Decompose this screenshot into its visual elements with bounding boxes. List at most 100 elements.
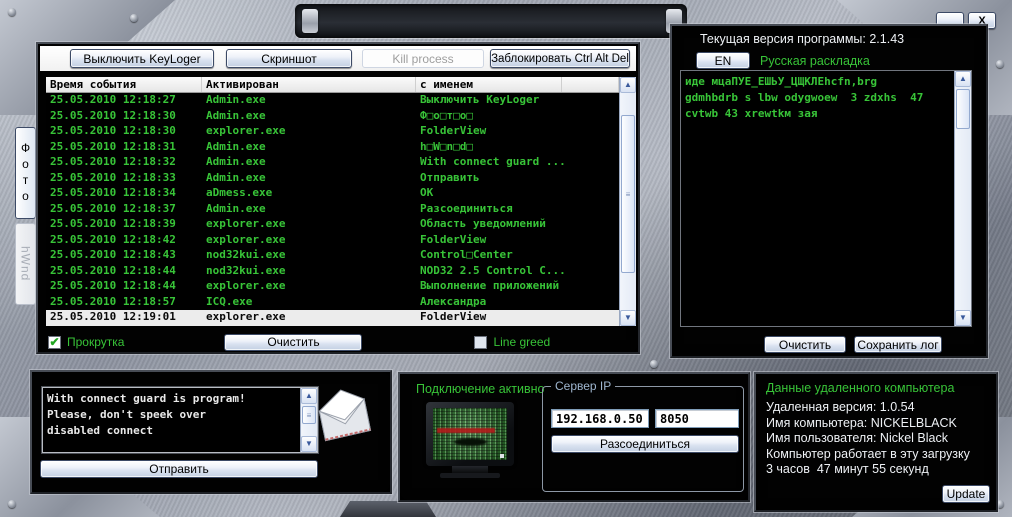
row-name: Control□Center (420, 248, 513, 261)
save-log-label: Сохранить лог (857, 337, 939, 352)
row-time: 25.05.2010 12:18:32 (50, 155, 176, 168)
row-time: 25.05.2010 12:18:30 (50, 108, 176, 122)
keylogger-off-label: Выключить KeyLoger (83, 51, 201, 66)
photo-button[interactable]: Фото (15, 127, 36, 219)
table-row[interactable]: 25.05.2010 12:18:32 Admin.exe With conne… (46, 155, 619, 171)
log-table-scrollbar[interactable]: ▲ ≡ ▼ (619, 77, 636, 326)
table-row[interactable]: 25.05.2010 12:18:39 explorer.exe Область… (46, 217, 619, 233)
keylog-scroll-thumb[interactable] (956, 89, 970, 129)
keylogger-off-button[interactable]: Выключить KeyLoger (70, 49, 214, 68)
disconnect-label: Разсоединиться (599, 437, 690, 451)
scroll-down-icon[interactable]: ▼ (955, 310, 971, 326)
server-ip-group-label: Сервер IP (551, 379, 616, 393)
hwnd-button[interactable]: hWnd (15, 223, 36, 305)
envelope-icon (318, 389, 372, 442)
row-time: 25.05.2010 12:18:33 (50, 170, 176, 184)
row-process: explorer.exe (206, 124, 286, 137)
server-ip-group: Сервер IP Разсоединиться (542, 379, 744, 492)
table-row[interactable]: 25.05.2010 12:18:44 nod32kui.exe NOD32 2… (46, 264, 619, 280)
rivet (650, 360, 658, 368)
row-time: 25.05.2010 12:18:27 (50, 93, 176, 106)
keylog-text: иде мцаПУЕ_ЕШЬУ_ЦЩКЛЕhcfn,brg gdmhbdrb s… (685, 75, 924, 120)
layout-toggle-button[interactable]: EN (696, 52, 750, 69)
table-row[interactable]: 25.05.2010 12:18:30 Admin.exe Ф□о□т□о□ (46, 109, 619, 125)
remote-info-line: Имя компьютера: NICKELBLACK (766, 415, 957, 430)
version-label: Текущая версия программы: 2.1.43 (700, 32, 905, 46)
check-icon: ✔ (49, 334, 60, 349)
line-greed-checkbox[interactable]: ✔ (474, 335, 488, 349)
row-process: Admin.exe (206, 170, 266, 184)
send-message-button[interactable]: Отправить (40, 460, 318, 478)
log-table-header: Время события Активирован с именем (46, 77, 619, 93)
scroll-up-icon[interactable]: ▲ (620, 77, 636, 93)
layout-toggle-label: EN (714, 53, 732, 68)
row-name: Отправить (420, 170, 480, 184)
table-row[interactable]: 25.05.2010 12:18:31 Admin.exe h□W□n□d□ (46, 140, 619, 156)
row-time: 25.05.2010 12:18:42 (50, 232, 176, 246)
keylog-scrollbar[interactable]: ▲ ▼ (954, 71, 971, 326)
rivet (8, 500, 16, 508)
row-process: Admin.exe (206, 201, 266, 215)
row-name: Выключить KeyLoger (420, 93, 540, 106)
log-scroll-thumb[interactable]: ≡ (621, 115, 635, 273)
table-row[interactable]: 25.05.2010 12:19:01 explorer.exe FolderV… (46, 310, 619, 326)
keylog-scroll-track[interactable] (955, 87, 971, 310)
monitor-base (440, 473, 500, 478)
remote-info-panel: Данные удаленного компьютера Удаленная в… (754, 372, 998, 512)
autoscroll-checkbox[interactable]: ✔ (48, 334, 61, 349)
hwnd-button-label: hWnd (18, 246, 33, 282)
log-col-time[interactable]: Время события (46, 77, 202, 92)
scroll-down-icon[interactable]: ▼ (301, 436, 317, 452)
update-button[interactable]: Update (942, 485, 990, 503)
table-row[interactable]: 25.05.2010 12:18:43 nod32kui.exe Control… (46, 248, 619, 264)
table-row[interactable]: 25.05.2010 12:18:37 Admin.exe Разсоедини… (46, 202, 619, 218)
row-name: OK (420, 186, 434, 199)
log-table-body[interactable]: 25.05.2010 12:18:27 Admin.exe Выключить … (46, 93, 619, 326)
remote-info-lines: Удаленная версия: 1.0.54 Имя компьютера: … (766, 400, 970, 478)
log-table: Время события Активирован с именем 25.05… (46, 77, 619, 326)
row-process: explorer.exe (206, 232, 286, 246)
screenshot-button[interactable]: Скриншот (226, 49, 352, 68)
table-row[interactable]: 25.05.2010 12:18:33 Admin.exe Отправить (46, 171, 619, 187)
table-row[interactable]: 25.05.2010 12:18:57 ICQ.exe Александра (46, 295, 619, 311)
table-row[interactable]: 25.05.2010 12:18:30 explorer.exe FolderV… (46, 124, 619, 140)
clear-keylog-button[interactable]: Очистить (764, 336, 846, 353)
monitor-led (500, 454, 504, 458)
remote-info-line: 3 часов 47 минут 55 секунд (766, 462, 929, 476)
table-row[interactable]: 25.05.2010 12:18:34 aDmess.exe OK (46, 186, 619, 202)
autoscroll-label: Прокрутка (67, 335, 125, 349)
scroll-up-icon[interactable]: ▲ (955, 71, 971, 87)
row-time: 25.05.2010 12:18:44 (50, 279, 176, 292)
row-name: With connect guard ... (420, 155, 566, 168)
table-row[interactable]: 25.05.2010 12:18:44 explorer.exe Выполне… (46, 279, 619, 295)
connection-status-label: Подключение активно (416, 382, 545, 396)
clear-log-button[interactable]: Очистить (224, 333, 363, 351)
rivet (996, 60, 1004, 68)
server-port-input[interactable] (655, 409, 739, 428)
log-col-extra[interactable] (562, 77, 619, 92)
row-name: Ф□о□т□о□ (420, 108, 473, 122)
remote-info-line: Имя пользователя: Nickel Black (766, 431, 948, 445)
kill-process-button: Kill process (362, 49, 484, 68)
app-window: _ X Фото hWnd Выключить KeyLoger Скриншо… (0, 0, 1012, 517)
row-time: 25.05.2010 12:18:34 (50, 186, 176, 199)
scroll-down-icon[interactable]: ▼ (620, 310, 636, 326)
log-col-process[interactable]: Активирован (202, 77, 416, 92)
row-name: FolderView (420, 232, 487, 246)
message-textarea[interactable]: With connect guard is program! Please, d… (42, 387, 318, 453)
log-col-name[interactable]: с именем (416, 77, 562, 92)
row-time: 25.05.2010 12:18:57 (50, 294, 176, 308)
update-label: Update (946, 487, 986, 501)
save-log-button[interactable]: Сохранить лог (854, 336, 942, 353)
keylog-textarea[interactable]: иде мцаПУЕ_ЕШЬУ_ЦЩКЛЕhcfn,brg gdmhbdrb s… (680, 70, 972, 327)
remote-info-line: Компьютер работает в эту загрузку (766, 446, 970, 461)
table-row[interactable]: 25.05.2010 12:18:42 explorer.exe FolderV… (46, 233, 619, 249)
block-ctrl-alt-del-button[interactable]: Заблокировать Ctrl Alt Del (490, 49, 630, 68)
log-scroll-track[interactable]: ≡ (620, 93, 636, 310)
log-controls: ✔ Прокрутка Очистить ✔ Line greed (44, 332, 632, 352)
server-ip-input[interactable] (551, 409, 649, 428)
remote-info-title: Данные удаленного компьютера (766, 381, 955, 395)
disconnect-button[interactable]: Разсоединиться (551, 435, 739, 453)
frame-top-inset (295, 4, 687, 38)
table-row[interactable]: 25.05.2010 12:18:27 Admin.exe Выключить … (46, 93, 619, 109)
